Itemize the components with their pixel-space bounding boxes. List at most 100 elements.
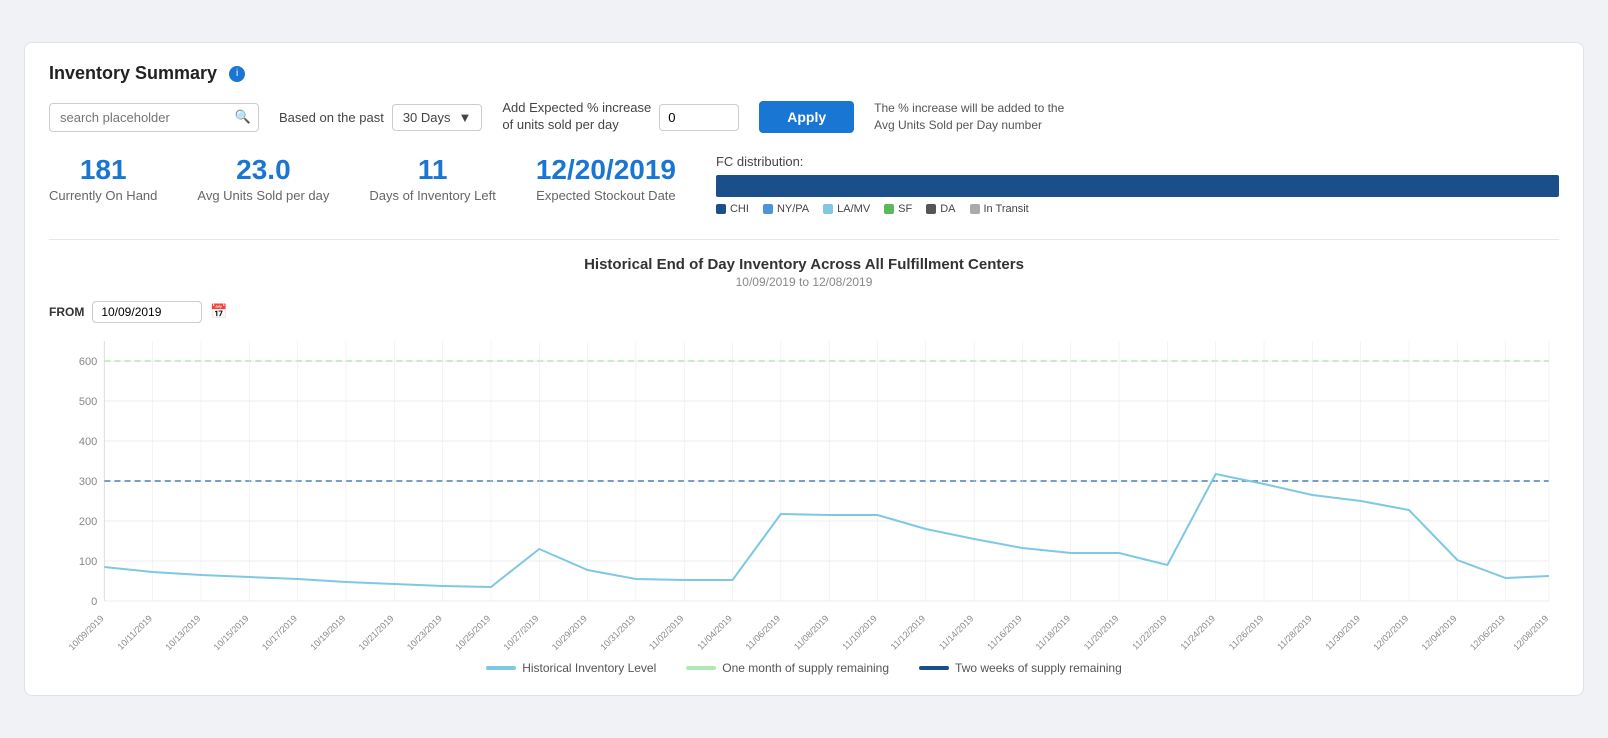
chart-svg: 0 100 200 300 400 500 600 xyxy=(49,331,1559,651)
legend-dot-sf xyxy=(884,204,894,214)
apply-button[interactable]: Apply xyxy=(759,101,854,133)
hint-text: The % increase will be added to the Avg … xyxy=(874,100,1074,134)
legend-dot-da xyxy=(926,204,936,214)
svg-text:10/31/2019: 10/31/2019 xyxy=(598,613,637,651)
legend-item-nypa: NY/PA xyxy=(763,203,809,215)
legend-item-chi: CHI xyxy=(716,203,749,215)
legend-item-lamv: LA/MV xyxy=(823,203,870,215)
metrics-row: 181 Currently On Hand 23.0 Avg Units Sol… xyxy=(49,154,676,203)
chart-area: 0 100 200 300 400 500 600 xyxy=(49,331,1559,651)
legend-dot-lamv xyxy=(823,204,833,214)
one-month-label: One month of supply remaining xyxy=(722,661,889,675)
historical-label: Historical Inventory Level xyxy=(522,661,656,675)
svg-text:12/06/2019: 12/06/2019 xyxy=(1468,613,1507,651)
metric-days-left: 11 Days of Inventory Left xyxy=(369,154,495,203)
svg-text:11/10/2019: 11/10/2019 xyxy=(840,613,879,651)
svg-text:11/30/2019: 11/30/2019 xyxy=(1323,613,1362,651)
legend-item-da: DA xyxy=(926,203,955,215)
info-icon[interactable]: i xyxy=(229,66,245,82)
svg-text:11/18/2019: 11/18/2019 xyxy=(1034,613,1073,651)
svg-text:12/04/2019: 12/04/2019 xyxy=(1420,613,1459,651)
legend-label-nypa: NY/PA xyxy=(777,203,809,215)
svg-text:10/27/2019: 10/27/2019 xyxy=(502,613,541,651)
search-input[interactable] xyxy=(49,103,259,132)
based-on-label: Based on the past xyxy=(279,110,384,125)
days-select[interactable]: 30 Days ▼ xyxy=(392,104,483,131)
search-wrapper: 🔍 xyxy=(49,103,259,132)
legend-item-sf: SF xyxy=(884,203,912,215)
svg-text:12/02/2019: 12/02/2019 xyxy=(1371,613,1410,651)
svg-text:10/09/2019: 10/09/2019 xyxy=(67,613,106,651)
svg-text:400: 400 xyxy=(79,436,97,448)
svg-text:10/13/2019: 10/13/2019 xyxy=(163,613,202,651)
svg-text:10/15/2019: 10/15/2019 xyxy=(212,613,251,651)
two-weeks-label: Two weeks of supply remaining xyxy=(955,661,1122,675)
svg-text:11/28/2019: 11/28/2019 xyxy=(1275,613,1314,651)
svg-text:11/08/2019: 11/08/2019 xyxy=(792,613,831,651)
svg-text:10/23/2019: 10/23/2019 xyxy=(405,613,444,651)
svg-text:11/04/2019: 11/04/2019 xyxy=(695,613,734,651)
fc-bar xyxy=(716,175,1559,197)
legend-dot-nypa xyxy=(763,204,773,214)
from-date-input[interactable] xyxy=(92,301,202,323)
svg-text:100: 100 xyxy=(79,556,97,568)
svg-text:10/21/2019: 10/21/2019 xyxy=(357,613,396,651)
toolbar: 🔍 Based on the past 30 Days ▼ Add Expect… xyxy=(49,100,1559,134)
svg-text:11/26/2019: 11/26/2019 xyxy=(1227,613,1266,651)
svg-text:11/20/2019: 11/20/2019 xyxy=(1082,613,1121,651)
inventory-summary-card: Inventory Summary i 🔍 Based on the past … xyxy=(24,42,1584,696)
add-pct-wrapper: Add Expected % increase of units sold pe… xyxy=(502,100,739,134)
add-pct-label: Add Expected % increase of units sold pe… xyxy=(502,100,651,134)
pct-input[interactable] xyxy=(659,104,739,131)
legend-item-intransit: In Transit xyxy=(970,203,1029,215)
header-row: Inventory Summary i xyxy=(49,63,1559,84)
inventory-line xyxy=(104,474,1549,587)
metric-value-3: 12/20/2019 xyxy=(536,154,676,186)
svg-text:11/12/2019: 11/12/2019 xyxy=(889,613,928,651)
metric-label-3: Expected Stockout Date xyxy=(536,188,676,203)
metric-on-hand: 181 Currently On Hand xyxy=(49,154,157,203)
based-on-wrapper: Based on the past 30 Days ▼ xyxy=(279,104,482,131)
search-icon: 🔍 xyxy=(235,109,251,125)
svg-text:11/02/2019: 11/02/2019 xyxy=(647,613,686,651)
chart-legend-one-month: One month of supply remaining xyxy=(686,661,889,675)
svg-text:500: 500 xyxy=(79,396,97,408)
chart-subtitle: 10/09/2019 to 12/08/2019 xyxy=(49,275,1559,289)
svg-text:12/08/2019: 12/08/2019 xyxy=(1511,613,1550,651)
legend-label-chi: CHI xyxy=(730,203,749,215)
svg-text:10/25/2019: 10/25/2019 xyxy=(453,613,492,651)
metric-label-0: Currently On Hand xyxy=(49,188,157,203)
svg-text:200: 200 xyxy=(79,516,97,528)
svg-text:11/06/2019: 11/06/2019 xyxy=(744,613,783,651)
chart-title: Historical End of Day Inventory Across A… xyxy=(49,256,1559,273)
svg-text:10/17/2019: 10/17/2019 xyxy=(260,613,299,651)
days-option-label: 30 Days xyxy=(403,110,451,125)
chart-legend-two-weeks: Two weeks of supply remaining xyxy=(919,661,1122,675)
fc-section: FC distribution: CHI NY/PA LA/MV SF xyxy=(716,154,1559,215)
chart-legend-historical: Historical Inventory Level xyxy=(486,661,656,675)
fc-label: FC distribution: xyxy=(716,154,1559,169)
legend-dot-chi xyxy=(716,204,726,214)
svg-text:11/22/2019: 11/22/2019 xyxy=(1130,613,1169,651)
metric-value-2: 11 xyxy=(369,154,495,186)
from-label: FROM xyxy=(49,305,84,319)
metric-avg-units: 23.0 Avg Units Sold per day xyxy=(197,154,329,203)
metric-value-1: 23.0 xyxy=(197,154,329,186)
svg-text:11/16/2019: 11/16/2019 xyxy=(985,613,1024,651)
metric-label-2: Days of Inventory Left xyxy=(369,188,495,203)
svg-text:11/14/2019: 11/14/2019 xyxy=(937,613,976,651)
svg-text:10/29/2019: 10/29/2019 xyxy=(550,613,589,651)
svg-text:10/11/2019: 10/11/2019 xyxy=(115,613,154,651)
metric-label-1: Avg Units Sold per day xyxy=(197,188,329,203)
two-weeks-line-swatch xyxy=(919,666,949,670)
metrics-fc-row: 181 Currently On Hand 23.0 Avg Units Sol… xyxy=(49,154,1559,219)
page-title: Inventory Summary xyxy=(49,63,217,84)
calendar-icon[interactable]: 📅 xyxy=(210,303,227,320)
legend-dot-intransit xyxy=(970,204,980,214)
metric-stockout: 12/20/2019 Expected Stockout Date xyxy=(536,154,676,203)
svg-text:10/19/2019: 10/19/2019 xyxy=(308,613,347,651)
historical-line-swatch xyxy=(486,666,516,670)
svg-text:0: 0 xyxy=(91,596,97,608)
svg-text:300: 300 xyxy=(79,476,97,488)
legend-label-sf: SF xyxy=(898,203,912,215)
